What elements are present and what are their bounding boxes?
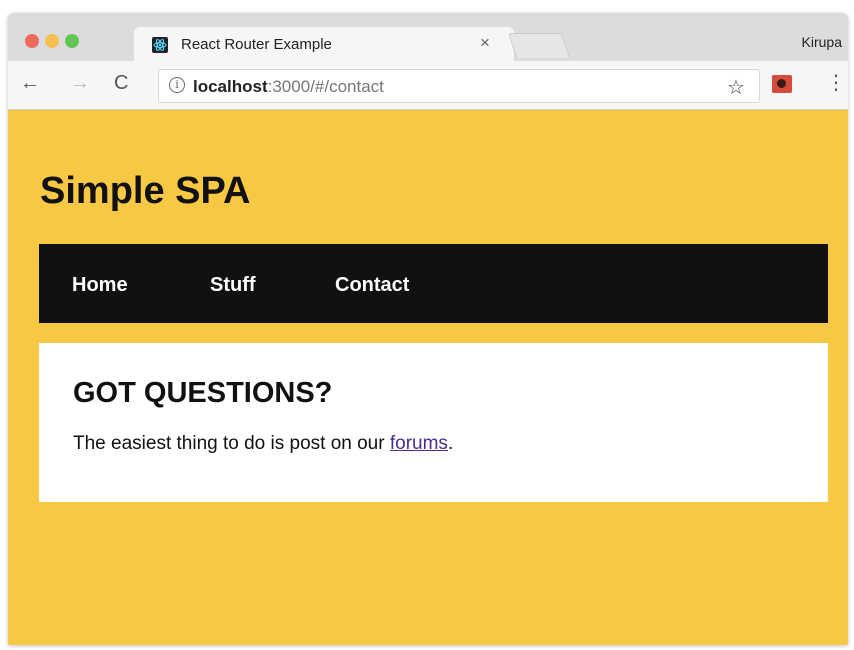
- info-icon[interactable]: i: [169, 77, 185, 93]
- address-bar[interactable]: i localhost:3000/#/contact ☆: [158, 69, 760, 103]
- url-text[interactable]: localhost:3000/#/contact: [193, 77, 384, 97]
- page-title: Simple SPA: [40, 170, 251, 212]
- content-text-before: The easiest thing to do is post on our: [73, 433, 390, 454]
- extension-icon[interactable]: [772, 75, 792, 93]
- new-tab-button[interactable]: [507, 33, 571, 58]
- url-host: localhost: [193, 77, 268, 96]
- browser-window: React Router Example × Kirupa ← → C i lo…: [8, 13, 848, 645]
- content-text: The easiest thing to do is post on our f…: [73, 433, 453, 455]
- forward-arrow-icon[interactable]: →: [70, 72, 90, 94]
- tab-react-router-example[interactable]: React Router Example ×: [134, 27, 514, 61]
- back-arrow-icon[interactable]: ←: [20, 72, 40, 94]
- browser-toolbar: ← → C i localhost:3000/#/contact ☆ ⋮: [8, 61, 848, 110]
- minimize-window-button[interactable]: [45, 34, 59, 48]
- tab-title: React Router Example: [181, 36, 332, 53]
- reload-icon[interactable]: C: [114, 72, 128, 94]
- forums-link[interactable]: forums: [390, 433, 448, 454]
- nav-link-contact[interactable]: Contact: [335, 274, 409, 297]
- close-window-button[interactable]: [25, 34, 39, 48]
- maximize-window-button[interactable]: [65, 34, 79, 48]
- tab-strip: React Router Example × Kirupa: [8, 13, 848, 61]
- react-icon: [152, 37, 168, 53]
- content-panel: GOT QUESTIONS? The easiest thing to do i…: [39, 343, 828, 502]
- main-nav: Home Stuff Contact: [39, 244, 828, 323]
- nav-link-home[interactable]: Home: [72, 274, 128, 297]
- profile-name[interactable]: Kirupa: [802, 34, 842, 50]
- content-heading: GOT QUESTIONS?: [73, 377, 333, 409]
- close-tab-icon[interactable]: ×: [480, 34, 490, 52]
- content-text-after: .: [447, 433, 454, 454]
- url-path: :3000/#/contact: [267, 77, 384, 96]
- nav-link-stuff[interactable]: Stuff: [210, 274, 256, 297]
- menu-icon[interactable]: ⋮: [826, 72, 846, 94]
- bookmark-star-icon[interactable]: ☆: [727, 75, 745, 100]
